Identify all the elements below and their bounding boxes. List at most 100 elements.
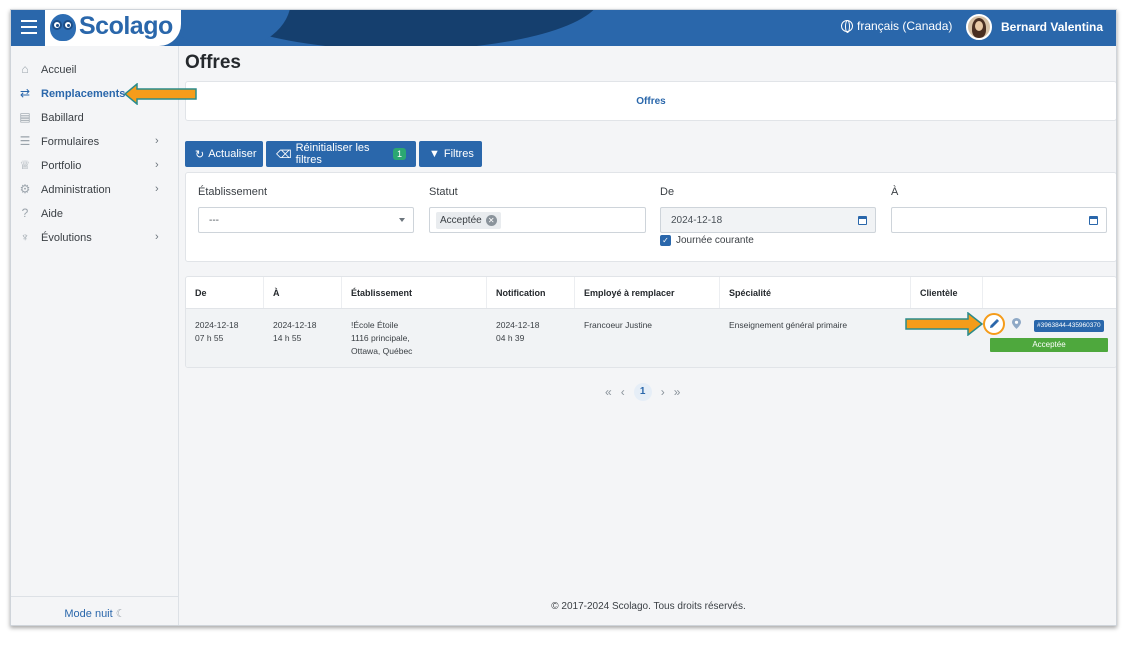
chevron-right-icon: › [155, 135, 159, 147]
remove-chip-icon[interactable]: ✕ [485, 215, 497, 226]
sidebar: ⌂ Accueil ⇄ Remplacements ▤ Babillard ☰ … [11, 46, 179, 625]
cell-employee: Francoeur Justine [584, 320, 653, 330]
column-header-clientele[interactable]: Clientèle [911, 277, 983, 308]
statut-chip: Acceptée ✕ [436, 212, 501, 229]
home-icon: ⌂ [21, 62, 29, 76]
scolago-logo-icon [50, 14, 76, 41]
top-bar: Scolago français (Canada) Bernard Valent… [11, 10, 1116, 46]
column-header-actions [983, 277, 1116, 308]
sidebar-item-evolutions[interactable]: ♆ Évolutions › [11, 227, 179, 249]
etablissement-value: --- [209, 215, 219, 226]
check-icon: ✓ [660, 235, 671, 246]
filter-icon: ▼ [429, 148, 440, 160]
column-header-de[interactable]: De [186, 277, 264, 308]
filters-panel: Établissement --- Statut Acceptée ✕ De 2… [185, 172, 1116, 262]
school-name: !École Étoile [351, 320, 399, 330]
reset-filters-label: Réinitialiser les filtres [295, 142, 370, 166]
to-date-input[interactable] [891, 207, 1107, 233]
column-header-a[interactable]: À [264, 277, 342, 308]
column-header-employe[interactable]: Employé à remplacer [575, 277, 720, 308]
statut-select[interactable]: Acceptée ✕ [429, 207, 646, 233]
cell-specialty: Enseignement général primaire [729, 320, 848, 330]
moon-icon: ☾ [115, 608, 126, 620]
page-number[interactable]: 1 [633, 383, 652, 401]
sidebar-item-formulaires[interactable]: ☰ Formulaires › [11, 131, 179, 153]
eraser-icon: ⌫ [276, 148, 292, 161]
status-badge: Acceptée [990, 338, 1108, 352]
chevron-down-icon [399, 218, 405, 222]
statut-chip-label: Acceptée [440, 215, 482, 226]
annotation-arrow-left [123, 83, 197, 105]
menu-toggle-icon[interactable] [21, 20, 37, 34]
filters-label: Filtres [443, 148, 474, 160]
reset-filters-button[interactable]: ⌫ Réinitialiser les filtres 1 [266, 141, 416, 167]
column-header-notification[interactable]: Notification [487, 277, 575, 308]
sidebar-item-accueil[interactable]: ⌂ Accueil [11, 59, 179, 81]
substitutions-icon: ⇄ [19, 86, 31, 100]
forms-icon: ☰ [19, 134, 31, 148]
cell-from: 2024-12-18 07 h 55 [195, 319, 238, 345]
first-page-icon[interactable]: « [605, 385, 612, 399]
school-address-line1: 1116 principale, [351, 333, 410, 343]
etablissement-label: Établissement [198, 186, 268, 198]
board-icon: ▤ [19, 110, 31, 124]
language-selector[interactable]: français (Canada) [841, 19, 952, 33]
avatar [966, 14, 992, 40]
statut-label: Statut [429, 186, 458, 198]
sidebar-item-label: Administration [41, 184, 111, 196]
user-menu[interactable]: Bernard Valentina [966, 14, 1103, 40]
sidebar-item-label: Formulaires [41, 136, 100, 148]
gear-icon: ⚙ [19, 182, 31, 196]
current-day-label: Journée courante [676, 235, 754, 246]
from-date-input[interactable]: 2024-12-18 [660, 207, 876, 233]
offer-id-badge[interactable]: #3963844-435960370 [1034, 320, 1104, 332]
trophy-icon: ♕ [19, 158, 31, 172]
chevron-right-icon: › [155, 231, 159, 243]
calendar-icon [1089, 216, 1098, 225]
sidebar-item-portfolio[interactable]: ♕ Portfolio › [11, 155, 179, 177]
last-page-icon[interactable]: » [674, 385, 681, 399]
edit-pencil-icon[interactable] [983, 313, 1005, 335]
sidebar-item-administration[interactable]: ⚙ Administration › [11, 179, 179, 201]
column-header-etablissement[interactable]: Établissement [342, 277, 487, 308]
question-icon: ? [21, 206, 29, 220]
to-label: À [891, 186, 899, 198]
to-time: 14 h 55 [273, 333, 302, 343]
chevron-right-icon: › [155, 183, 159, 195]
notification-time: 04 h 39 [496, 333, 525, 343]
cell-notification: 2024-12-18 04 h 39 [496, 319, 539, 345]
sidebar-item-babillard[interactable]: ▤ Babillard [11, 107, 179, 129]
breadcrumb-current: Offres [636, 96, 666, 107]
night-mode-toggle[interactable]: Mode nuit ☾ [11, 596, 179, 625]
refresh-icon: ↻ [195, 148, 205, 161]
sidebar-item-label: Aide [41, 208, 64, 220]
copyright: © 2017-2024 Scolago. Tous droits réservé… [551, 601, 746, 612]
from-label: De [660, 186, 675, 198]
column-header-specialite[interactable]: Spécialité [720, 277, 911, 308]
etablissement-select[interactable]: --- [198, 207, 414, 233]
sidebar-item-label: Portfolio [41, 160, 82, 172]
current-day-checkbox[interactable]: ✓ Journée courante [660, 235, 754, 246]
next-page-icon[interactable]: › [661, 385, 665, 399]
sidebar-item-label: Évolutions [41, 232, 92, 244]
filters-button[interactable]: ▼ Filtres [419, 141, 482, 167]
chevron-right-icon: › [155, 159, 159, 171]
notification-date: 2024-12-18 [496, 320, 540, 330]
night-mode-label: Mode nuit [64, 608, 113, 620]
globe-icon [841, 20, 853, 33]
breadcrumb: Offres [185, 81, 1116, 121]
from-time: 07 h 55 [195, 333, 224, 343]
refresh-label: Actualiser [208, 148, 257, 160]
app-window: Scolago français (Canada) Bernard Valent… [10, 9, 1117, 626]
reset-count-badge: 1 [392, 148, 406, 160]
sidebar-item-label: Remplacements [41, 88, 126, 100]
sidebar-item-label: Babillard [41, 112, 84, 124]
school-address-line2: Ottawa, Québec [351, 346, 413, 356]
refresh-button[interactable]: ↻ Actualiser [185, 141, 263, 167]
sidebar-item-aide[interactable]: ? Aide [11, 203, 179, 225]
page-title: Offres [185, 52, 241, 73]
prev-page-icon[interactable]: ‹ [621, 385, 625, 399]
brand-name: Scolago [79, 12, 173, 40]
cell-etablissement: !École Étoile 1116 principale, Ottawa, Q… [351, 319, 412, 358]
map-pin-icon[interactable] [1012, 318, 1021, 329]
